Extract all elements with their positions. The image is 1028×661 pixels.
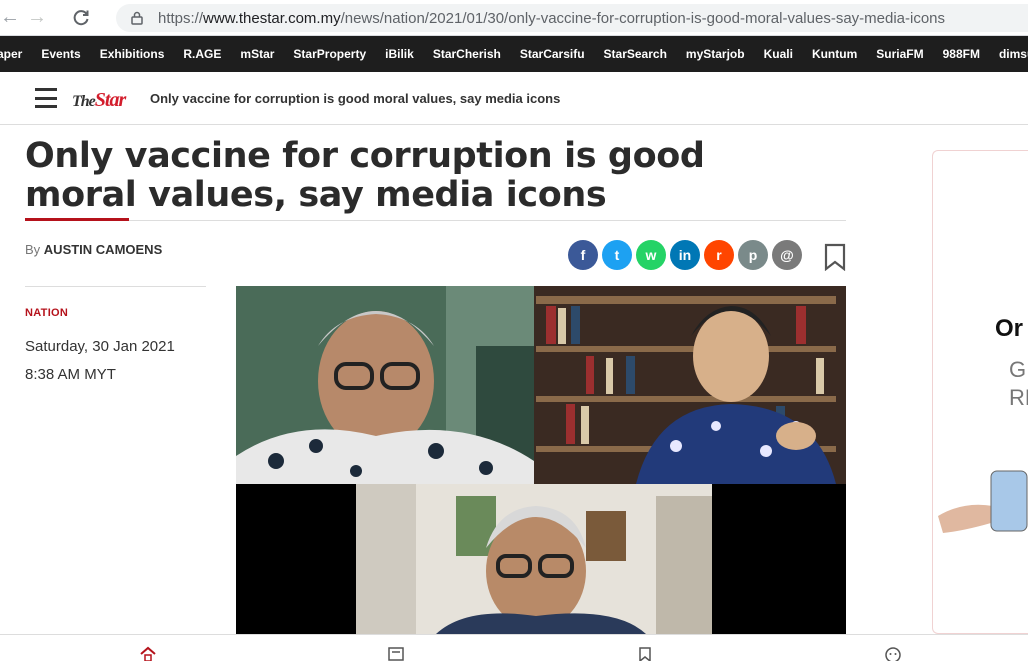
partner-nav-link[interactable]: myStarjob [686, 47, 745, 61]
bookmark-icon[interactable] [823, 243, 847, 271]
partner-nav-link[interactable]: Kuntum [812, 47, 857, 61]
facebook-share-icon[interactable]: f [568, 240, 598, 270]
whatsapp-share-icon[interactable]: w [636, 240, 666, 270]
author-link[interactable]: AUSTIN CAMOENS [44, 242, 162, 257]
site-header: TheStar Only vaccine for corruption is g… [0, 72, 1028, 125]
partner-nav-strip: aper Events Exhibitions R.AGE mStar StarPrope… [0, 36, 1028, 72]
headline-divider [25, 220, 846, 221]
lock-icon [131, 11, 143, 25]
linkedin-share-icon[interactable]: in [670, 240, 700, 270]
byline: By AUSTIN CAMOENS [25, 242, 163, 257]
publish-date: Saturday, 30 Jan 2021 [25, 338, 175, 355]
article-image[interactable] [236, 286, 846, 634]
reload-icon [73, 9, 89, 25]
print-share-icon[interactable]: p [738, 240, 768, 270]
partner-nav-link[interactable]: StarProperty [293, 47, 366, 61]
partner-nav-link[interactable]: Kuali [764, 47, 793, 61]
partner-nav-link[interactable]: 988FM [943, 47, 980, 61]
news-icon[interactable] [387, 646, 405, 661]
meta-divider [25, 286, 206, 287]
reddit-share-icon[interactable]: r [704, 240, 734, 270]
share-buttons: f t w in r p @ [568, 240, 802, 270]
advertisement[interactable]: Or G RM [932, 150, 1028, 634]
publish-time: 8:38 AM MYT [25, 366, 116, 383]
ad-headline: Or [995, 315, 1024, 342]
menu-icon[interactable] [35, 88, 57, 108]
forward-button[interactable]: → [20, 1, 54, 35]
headline-accent-bar [25, 218, 129, 221]
partner-nav-link[interactable]: StarCherish [433, 47, 501, 61]
partner-nav-link[interactable]: Exhibitions [100, 47, 165, 61]
partner-nav-link[interactable]: Events [41, 47, 80, 61]
address-bar[interactable]: https://www.thestar.com.my/news/nation/2… [116, 4, 1028, 32]
ad-subtext: G RM [1009, 357, 1028, 410]
browser-toolbar: ← → https://www.thestar.com.my/news/nati… [0, 0, 1028, 36]
reload-button[interactable] [64, 1, 98, 35]
header-article-title: Only vaccine for corruption is good mora… [150, 91, 561, 106]
partner-nav-link[interactable]: aper [0, 47, 22, 61]
partner-nav-link[interactable]: iBilik [385, 47, 414, 61]
home-icon[interactable] [139, 646, 157, 661]
article-headline: Only vaccine for corruption is good mora… [25, 136, 705, 215]
partner-nav-link[interactable]: mStar [240, 47, 274, 61]
ad-phone-image [938, 470, 1028, 533]
video-call-photo [236, 286, 846, 634]
category-label[interactable]: NATION [25, 307, 68, 319]
partner-nav-link[interactable]: StarCarsifu [520, 47, 585, 61]
saved-icon[interactable] [636, 646, 654, 661]
bottom-nav-bar [0, 634, 1028, 661]
email-share-icon[interactable]: @ [772, 240, 802, 270]
partner-nav-link[interactable]: dimsum.e [999, 47, 1028, 61]
partner-nav-link[interactable]: SuriaFM [876, 47, 923, 61]
partner-nav-link[interactable]: R.AGE [183, 47, 221, 61]
back-button[interactable]: ← [0, 1, 20, 35]
account-icon[interactable] [884, 646, 902, 661]
twitter-share-icon[interactable]: t [602, 240, 632, 270]
the-star-logo[interactable]: TheStar [72, 89, 126, 112]
partner-nav-link[interactable]: StarSearch [604, 47, 667, 61]
url-text: https://www.thestar.com.my/news/nation/2… [158, 9, 946, 27]
